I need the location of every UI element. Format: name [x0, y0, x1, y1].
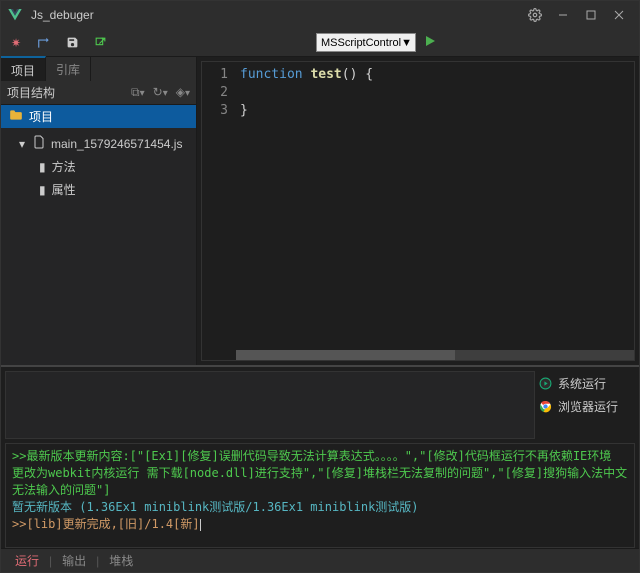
engine-select[interactable]: MSScriptControl ▼ [316, 33, 416, 52]
output-panel: 系统运行 浏览器运行 [1, 365, 639, 443]
tree-node-methods[interactable]: ▮ 方法 [1, 155, 196, 178]
file-icon [33, 135, 45, 152]
save-icon[interactable] [63, 34, 81, 52]
folder-icon [9, 109, 23, 124]
refresh-icon[interactable]: ↻▾ [153, 85, 168, 100]
sidebar-header-label: 项目结构 [7, 84, 55, 101]
copy-icon[interactable]: ⧉▾ [131, 85, 145, 100]
bug-icon[interactable]: ✷ [7, 34, 25, 52]
tree-node-props[interactable]: ▮ 属性 [1, 178, 196, 201]
horizontal-scrollbar[interactable] [236, 350, 634, 360]
sidebar-header: 项目结构 ⧉▾ ↻▾ ◈▾ [1, 81, 196, 105]
tab-run[interactable]: 运行 [5, 549, 49, 572]
console-line: 暂无新版本 (1.36Ex1 miniblink测试版/1.36Ex1 mini… [12, 499, 628, 516]
code-body[interactable]: function test() { } [236, 62, 634, 360]
project-tree: ▾ main_1579246571454.js ▮ 方法 ▮ 属性 [1, 128, 196, 205]
scrollbar-thumb[interactable] [236, 350, 455, 360]
minimize-icon[interactable] [549, 1, 577, 29]
system-run-button[interactable]: 系统运行 [539, 375, 631, 392]
sidebar: 项目 引库 项目结构 ⧉▾ ↻▾ ◈▾ 项目 ▾ main_157924657 [1, 57, 197, 365]
engine-value: MSScriptControl [321, 37, 401, 49]
browser-run-label: 浏览器运行 [558, 398, 618, 415]
sidebar-tabs: 项目 引库 [1, 57, 196, 81]
console-line: >>最新版本更新内容:["[Ex1][修复]误删代码导致无法计算表达式。。。。"… [12, 448, 628, 499]
file-name: main_1579246571454.js [51, 137, 182, 151]
chevron-down-icon: ▼ [401, 37, 412, 49]
tab-stack[interactable]: 堆栈 [99, 549, 143, 572]
bottom-tabs: 运行 | 输出 | 堆栈 [1, 548, 639, 572]
line-gutter: 1 2 3 [202, 62, 236, 360]
window-title: Js_debuger [31, 8, 94, 22]
cube-icon: ▮ [39, 160, 46, 174]
title-bar: Js_debuger [1, 1, 639, 29]
console: >>最新版本更新内容:["[Ex1][修复]误删代码导致无法计算表达式。。。。"… [5, 443, 635, 548]
console-line: >>[lib]更新完成,[旧]/1.4[新] [12, 517, 200, 531]
export-icon[interactable] [91, 34, 109, 52]
caret-icon [200, 519, 201, 531]
tab-output[interactable]: 输出 [52, 549, 96, 572]
browser-run-button[interactable]: 浏览器运行 [539, 398, 631, 415]
main-area: 项目 引库 项目结构 ⧉▾ ↻▾ ◈▾ 项目 ▾ main_157924657 [1, 57, 639, 365]
output-area [5, 371, 535, 439]
sidebar-tab-project[interactable]: 项目 [1, 56, 46, 83]
project-root-label: 项目 [29, 108, 53, 125]
run-icon[interactable] [424, 35, 436, 50]
scroll-icon[interactable] [35, 34, 53, 52]
node-label: 方法 [52, 158, 76, 175]
close-icon[interactable] [605, 1, 633, 29]
maximize-icon[interactable] [577, 1, 605, 29]
system-run-label: 系统运行 [558, 375, 606, 392]
cube-icon: ▮ [39, 183, 46, 197]
bookmark-icon[interactable]: ◈▾ [176, 85, 190, 100]
settings-icon[interactable] [521, 1, 549, 29]
code-editor[interactable]: 1 2 3 function test() { } [201, 61, 635, 361]
file-item[interactable]: ▾ main_1579246571454.js [1, 132, 196, 155]
app-logo [7, 7, 23, 23]
chevron-down-icon: ▾ [19, 137, 27, 151]
toolbar: ✷ MSScriptControl ▼ [1, 29, 639, 57]
node-label: 属性 [52, 181, 76, 198]
project-root[interactable]: 项目 [1, 105, 196, 128]
sidebar-tab-libs[interactable]: 引库 [46, 57, 91, 82]
